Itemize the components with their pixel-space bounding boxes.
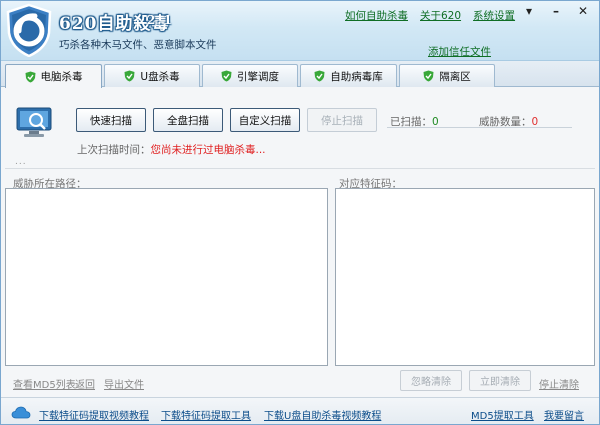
tab-label: 自助病毒库 [330, 70, 383, 83]
quick-scan-button[interactable]: 快速扫描 [76, 108, 146, 132]
divider [5, 168, 595, 169]
menu-button[interactable]: ▾ [521, 4, 537, 18]
feedback-link[interactable]: 我要留言 [544, 407, 584, 422]
settings-link[interactable]: 系统设置 [473, 8, 515, 23]
signature-list[interactable] [335, 188, 595, 366]
close-button[interactable]: ✕ [575, 4, 591, 18]
ignore-clean-button[interactable]: 忽略清除 [400, 370, 462, 391]
minimize-button[interactable]: – [548, 4, 564, 18]
shield-logo-icon [6, 3, 52, 57]
app-subtitle: 巧杀各种木马文件、恶意脚本文件 [59, 39, 217, 51]
tab-quarantine[interactable]: 隔离区 [399, 64, 495, 87]
last-scan-time: 上次扫描时间：您尚未进行过电脑杀毒... [77, 142, 266, 157]
main-window: 620自助殺毒 2.1 巧杀各种木马文件、恶意脚本文件 如何自助杀毒 关于620… [0, 0, 600, 425]
cloud-icon [11, 406, 31, 419]
shield-check-icon [124, 70, 135, 82]
status-dots: ... [15, 157, 27, 167]
divider [387, 127, 572, 128]
tab-usb-scan[interactable]: U盘杀毒 [104, 64, 200, 87]
tab-label: 隔离区 [439, 70, 471, 83]
monitor-scan-icon [16, 107, 52, 137]
tab-label: 电脑杀毒 [40, 71, 83, 83]
stop-scan-button[interactable]: 停止扫描 [307, 108, 377, 132]
last-scan-value: 您尚未进行过电脑杀毒... [150, 144, 266, 156]
stop-clean-link[interactable]: 停止清除 [539, 376, 579, 391]
top-links: 如何自助杀毒 关于620 系统设置 [345, 8, 527, 23]
full-scan-button[interactable]: 全盘扫描 [153, 108, 223, 132]
md5-tool-link[interactable]: MD5提取工具 [471, 407, 534, 422]
back-link[interactable]: 返回 [75, 376, 95, 391]
threat-path-list[interactable] [5, 188, 328, 366]
signature-video-tutorial-link[interactable]: 下载特征码提取视频教程 [39, 407, 149, 422]
tab-virus-db[interactable]: 自助病毒库 [300, 64, 397, 87]
shield-check-icon [221, 70, 232, 82]
add-trusted-file-link[interactable]: 添加信任文件 [428, 44, 491, 59]
tab-bar: 电脑杀毒 U盘杀毒 引擎调度 自助病毒库 隔离区 [1, 61, 599, 88]
tab-engine[interactable]: 引擎调度 [202, 64, 298, 87]
usb-video-tutorial-link[interactable]: 下载U盘自助杀毒视频教程 [264, 407, 381, 422]
header: 620自助殺毒 2.1 巧杀各种木马文件、恶意脚本文件 如何自助杀毒 关于620… [1, 1, 599, 61]
app-version: 2.1 [147, 13, 174, 27]
about-link[interactable]: 关于620 [420, 8, 461, 23]
tab-label: U盘杀毒 [140, 70, 180, 83]
last-scan-label: 上次扫描时间： [77, 144, 151, 156]
shield-check-icon [25, 71, 35, 82]
view-md5-link[interactable]: 查看MD5列表 [13, 376, 76, 391]
how-to-link[interactable]: 如何自助杀毒 [345, 8, 408, 23]
tab-label: 引擎调度 [237, 70, 279, 83]
export-link[interactable]: 导出文件 [104, 376, 144, 391]
tab-pc-scan[interactable]: 电脑杀毒 [5, 64, 102, 88]
custom-scan-button[interactable]: 自定义扫描 [230, 108, 300, 132]
shield-check-icon [423, 70, 434, 82]
shield-check-icon [314, 70, 325, 82]
signature-tool-download-link[interactable]: 下载特征码提取工具 [161, 407, 251, 422]
footer: 下载特征码提取视频教程 下载特征码提取工具 下载U盘自助杀毒视频教程 MD5提取… [1, 397, 599, 424]
clean-now-button[interactable]: 立即清除 [469, 370, 531, 391]
